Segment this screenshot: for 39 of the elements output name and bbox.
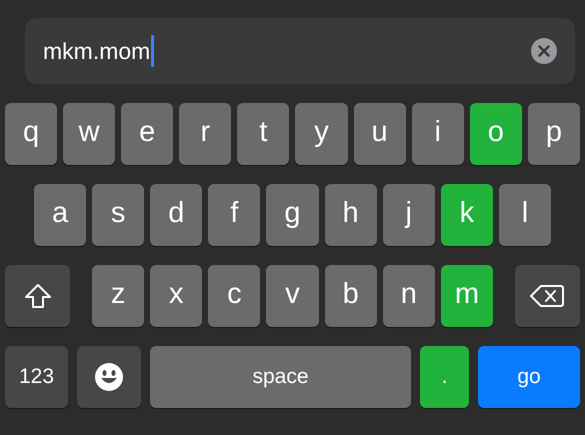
letter-key[interactable]: m <box>440 265 493 327</box>
letter-key[interactable]: e <box>121 103 174 165</box>
shift-icon <box>24 283 52 309</box>
field-value: mkm.mom <box>43 38 150 64</box>
shift-key[interactable] <box>5 265 70 327</box>
letter-key[interactable]: i <box>412 103 464 165</box>
letter-key[interactable]: l <box>498 184 551 246</box>
clear-icon[interactable] <box>531 38 557 64</box>
letter-key[interactable]: g <box>266 184 319 246</box>
letter-key[interactable]: x <box>150 265 202 327</box>
letter-key[interactable]: d <box>150 184 202 246</box>
backspace-icon <box>530 284 564 308</box>
letter-key[interactable]: k <box>440 184 493 246</box>
letter-key[interactable]: v <box>266 265 319 327</box>
letter-key[interactable]: p <box>528 103 580 165</box>
address-field[interactable]: mkm.mom <box>25 18 575 84</box>
letter-key[interactable]: q <box>5 103 58 165</box>
letter-key[interactable]: u <box>354 103 406 165</box>
letter-key[interactable]: j <box>382 184 435 246</box>
emoji-icon <box>94 362 124 392</box>
letter-key[interactable]: f <box>208 184 260 246</box>
letter-key[interactable]: w <box>63 103 116 165</box>
letter-key[interactable]: s <box>92 184 144 246</box>
letter-key[interactable]: o <box>470 103 522 165</box>
letter-key[interactable]: z <box>92 265 144 327</box>
letter-key[interactable]: h <box>324 184 377 246</box>
letter-key[interactable]: c <box>208 265 260 327</box>
numbers-key[interactable]: 123 <box>5 346 68 408</box>
space-key[interactable]: space <box>150 346 411 408</box>
letter-key[interactable]: b <box>324 265 377 327</box>
backspace-key[interactable] <box>514 265 580 327</box>
letter-key[interactable]: t <box>237 103 290 165</box>
go-button[interactable]: go <box>478 346 580 408</box>
letter-key[interactable]: y <box>295 103 348 165</box>
period-key[interactable]: . <box>420 346 469 408</box>
letter-key[interactable]: a <box>34 184 86 246</box>
letter-key[interactable]: r <box>179 103 232 165</box>
letter-key[interactable]: n <box>382 265 435 327</box>
emoji-key[interactable] <box>77 346 141 408</box>
